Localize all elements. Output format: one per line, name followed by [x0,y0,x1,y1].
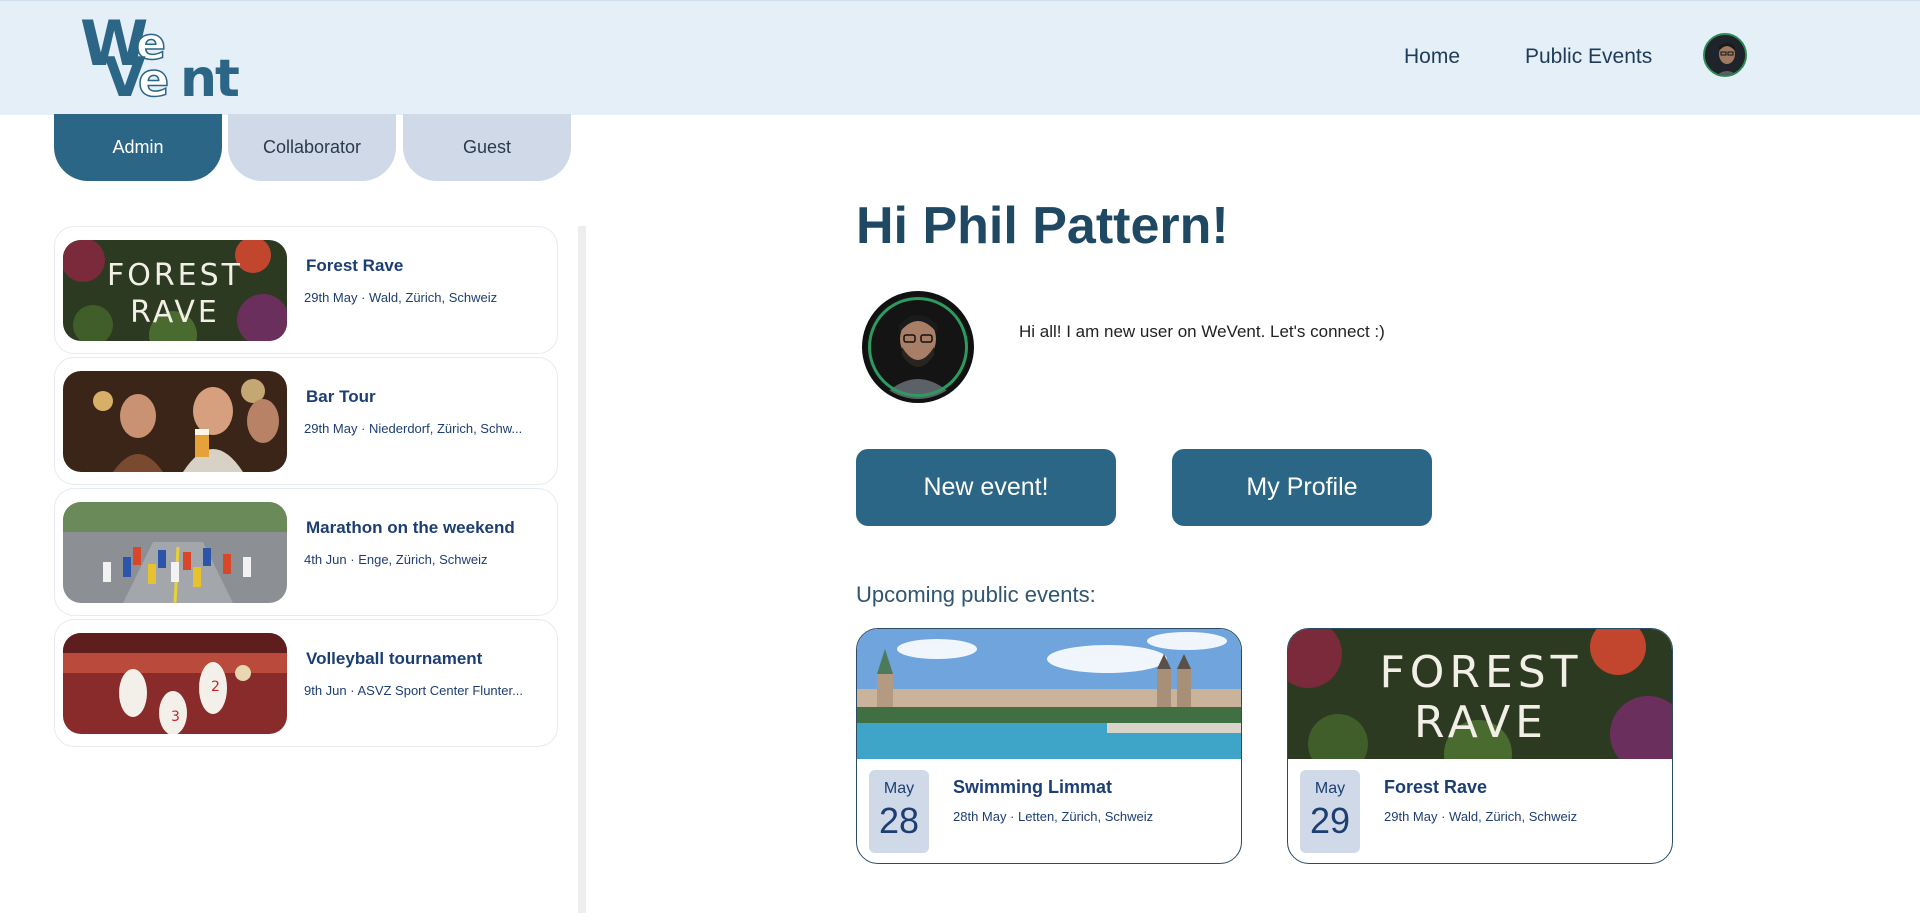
event-title: Marathon on the weekend [306,518,515,537]
event-date-badge: May 28 [869,770,929,853]
svg-text:RAVE: RAVE [1414,697,1548,748]
event-subtitle: 29th May · Wald, Zürich, Schweiz [304,290,498,305]
event-title: Volleyball tournament [306,649,483,668]
zurich-river-image [857,629,1241,759]
event-card[interactable]: FOREST RAVE Forest Rave 29th May · Wald,… [54,226,558,354]
event-list: FOREST RAVE Forest Rave 29th May · Wald,… [54,226,560,750]
wevent-logo[interactable]: We Ve nt [80,13,240,106]
event-date-month: May [883,780,915,797]
event-date-day: 28 [878,800,920,841]
my-profile-button[interactable]: My Profile [1172,449,1432,526]
user-bio: Hi all! I am new user on WeVent. Let's c… [1019,322,1385,341]
public-event-title: Forest Rave [1384,777,1488,797]
svg-text:2: 2 [211,679,220,695]
event-subtitle: 9th Jun · ASVZ Sport Center Flunter... [304,683,523,698]
public-event-subtitle: 29th May · Wald, Zürich, Schweiz [1384,809,1578,824]
event-subtitle: 4th Jun · Enge, Zürich, Schweiz [304,552,488,567]
event-subtitle: 29th May · Niederdorf, Zürich, Schw... [304,421,523,436]
tab-guest[interactable]: Guest [403,114,571,181]
event-title: Bar Tour [306,387,376,406]
event-title: Forest Rave [306,256,404,275]
svg-text:3: 3 [171,709,180,725]
user-avatar-icon[interactable] [1703,33,1747,77]
volleyball-image: 3 2 [63,633,287,734]
public-event-card[interactable]: FOREST RAVE May 29 Forest Rave 29th May … [1287,628,1673,864]
nav-home-link[interactable]: Home [1404,45,1460,69]
bar-tour-image [63,371,287,472]
svg-text:RAVE: RAVE [130,295,220,330]
event-list-scrollbar[interactable] [578,226,586,913]
event-date-month: May [1314,780,1346,797]
tab-admin[interactable]: Admin [54,114,222,181]
event-date-badge: May 29 [1300,770,1360,853]
profile-avatar [862,291,974,403]
event-card[interactable]: Bar Tour 29th May · Niederdorf, Zürich, … [54,357,558,485]
marathon-image [63,502,287,603]
forest-rave-image: FOREST RAVE [1288,629,1672,788]
top-navbar: We Ve nt Home Public Events [0,0,1920,115]
page-title: Hi Phil Pattern! [856,197,1229,255]
svg-text:FOREST: FOREST [1379,647,1582,698]
public-event-title: Swimming Limmat [953,777,1113,797]
public-event-card[interactable]: May 28 Swimming Limmat 28th May · Letten… [856,628,1242,864]
forest-rave-image: FOREST RAVE [63,240,287,341]
tab-collaborator[interactable]: Collaborator [228,114,396,181]
event-date-day: 29 [1309,800,1351,841]
svg-text:FOREST: FOREST [107,258,243,293]
new-event-button[interactable]: New event! [856,449,1116,526]
event-card[interactable]: 3 2 Volleyball tournament 9th Jun · ASVZ… [54,619,558,747]
event-card[interactable]: Marathon on the weekend 4th Jun · Enge, … [54,488,558,616]
public-event-subtitle: 28th May · Letten, Zürich, Schweiz [953,809,1154,824]
nav-public-events-link[interactable]: Public Events [1525,45,1652,69]
upcoming-events-heading: Upcoming public events: [856,582,1096,607]
